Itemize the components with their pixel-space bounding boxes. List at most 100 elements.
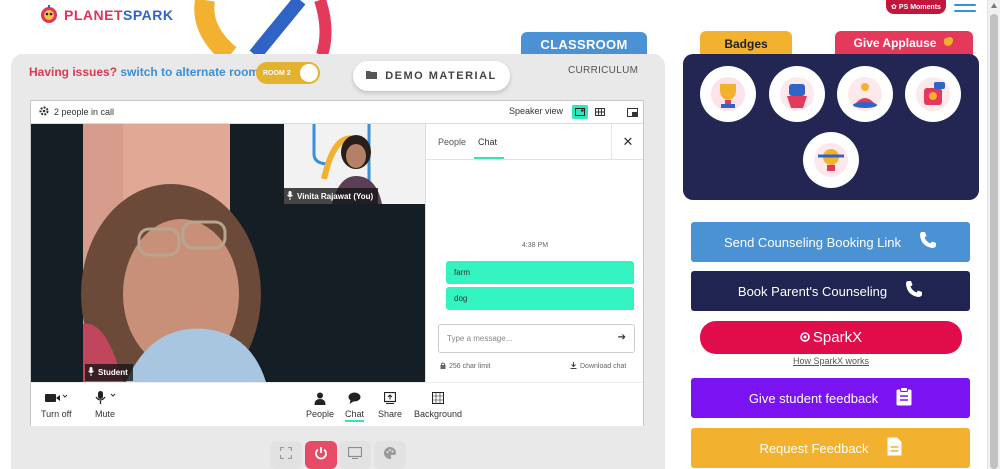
give-applause-button[interactable]: Give Applause — [835, 31, 973, 55]
palette-icon — [383, 446, 397, 465]
demo-material-label: DEMO MATERIAL — [385, 70, 497, 82]
logo-text-planet: PLANET — [64, 7, 123, 23]
tab-curriculum[interactable]: CURRICULUM — [568, 65, 638, 76]
chat-input-placeholder: Type a message... — [447, 334, 513, 343]
phone-icon — [919, 231, 937, 254]
scroll-up-icon[interactable] — [991, 3, 997, 8]
scrollbar-thumb[interactable] — [990, 14, 998, 469]
request-feedback-label: Request Feedback — [759, 440, 869, 456]
give-student-feedback-label: Give student feedback — [748, 390, 879, 406]
book-parent-counseling-label: Book Parent's Counseling — [737, 283, 888, 299]
speaker-view-icon[interactable] — [572, 105, 588, 119]
chat-badge-icon[interactable] — [905, 66, 961, 122]
document-icon — [887, 437, 902, 459]
people-count-label: 2 people in call — [54, 107, 115, 117]
person-icon — [314, 389, 326, 407]
share-button[interactable]: Share — [378, 389, 402, 419]
gear-icon[interactable] — [39, 106, 49, 118]
end-class-button[interactable] — [305, 441, 337, 469]
fist-badge-icon[interactable] — [769, 66, 825, 122]
logo-text-spark: SPARK — [123, 7, 174, 23]
video-toggle-label: Turn off — [41, 409, 72, 419]
trophy-badge-icon[interactable] — [700, 66, 756, 122]
char-limit-label: 256 char limit — [449, 363, 491, 370]
student-name-tag: Student — [85, 364, 133, 381]
chat-message: farm — [446, 261, 634, 284]
folder-icon — [366, 70, 378, 82]
download-chat-label: Download chat — [580, 363, 627, 370]
call-top-bar: 2 people in call Speaker view — [31, 101, 643, 124]
idea-badge-icon[interactable] — [803, 132, 859, 188]
chat-message-input[interactable]: Type a message... ➔ — [438, 324, 635, 353]
meditation-badge-icon[interactable] — [837, 66, 893, 122]
give-student-feedback-button[interactable]: Give student feedback — [691, 378, 970, 418]
close-icon[interactable]: ✕ — [611, 124, 644, 160]
speaker-view-label: Speaker view — [509, 106, 564, 116]
tab-people[interactable]: People — [438, 137, 466, 147]
sparkx-button[interactable]: SparkX — [700, 321, 962, 354]
palette-button[interactable] — [374, 441, 406, 469]
demo-material-button[interactable]: DEMO MATERIAL — [353, 61, 510, 91]
grid-view-icon[interactable] — [592, 105, 608, 119]
people-button[interactable]: People — [306, 389, 334, 419]
pip-icon[interactable] — [624, 105, 640, 119]
people-label: People — [306, 409, 335, 419]
ps-moments-label: PS Moments — [898, 3, 941, 11]
room-toggle[interactable]: ROOM 2 — [256, 62, 320, 84]
share-screen-icon — [384, 389, 397, 407]
microphone-icon — [94, 389, 116, 407]
download-chat-link[interactable]: Download chat — [570, 362, 626, 371]
clipboard-icon — [896, 387, 912, 409]
chat-button[interactable]: Chat — [345, 389, 365, 422]
fullscreen-icon — [279, 446, 293, 464]
chat-label: Chat — [345, 409, 365, 422]
clap-icon — [942, 36, 954, 50]
power-icon — [314, 446, 328, 465]
send-arrow-icon[interactable]: ➔ — [618, 332, 626, 343]
mute-label: Mute — [94, 409, 115, 419]
fullscreen-button[interactable] — [270, 441, 302, 469]
tab-chat[interactable]: Chat — [478, 137, 497, 147]
lock-icon — [440, 362, 446, 371]
room-toggle-label: ROOM 2 — [263, 69, 291, 77]
ps-moments-button[interactable]: ✿ PS Moments — [886, 0, 946, 14]
how-sparkx-works-link[interactable]: How SparkX works — [700, 356, 962, 366]
video-toggle-button[interactable]: Turn off — [41, 389, 72, 419]
sparkx-label: SparkX — [812, 329, 863, 346]
chat-panel: People Chat ✕ 4:38 PM farm dog Type a me… — [425, 124, 643, 382]
send-counseling-link-button[interactable]: Send Counseling Booking Link — [691, 222, 970, 262]
teacher-name-tag: Vinita Rajawat (You) — [284, 188, 379, 204]
hamburger-menu-icon[interactable] — [954, 4, 976, 18]
send-counseling-link-label: Send Counseling Booking Link — [723, 234, 902, 250]
video-call-frame: 2 people in call Speaker view Student Vi… — [30, 100, 644, 426]
book-parent-counseling-button[interactable]: Book Parent's Counseling — [691, 271, 970, 311]
give-applause-label: Give Applause — [853, 36, 937, 50]
mute-button[interactable]: Mute — [94, 389, 116, 419]
chat-message: dog — [446, 287, 634, 310]
background-label: Background — [414, 409, 463, 419]
teacher-video: Vinita Rajawat (You) — [284, 124, 425, 204]
download-icon — [570, 362, 577, 371]
sparkx-logo-icon — [800, 329, 810, 346]
screen-button[interactable] — [339, 441, 371, 469]
student-name: Student — [98, 368, 128, 377]
call-controls-bar: Turn off Mute People Chat Share Backgrou… — [31, 382, 643, 426]
monitor-icon — [347, 446, 363, 464]
planetspark-logo[interactable]: PLANETSPARK — [38, 4, 173, 26]
chat-tabs: People Chat ✕ — [426, 124, 643, 160]
request-feedback-button[interactable]: Request Feedback — [691, 428, 970, 468]
background-icon — [432, 389, 445, 407]
logo-mascot-icon — [38, 4, 60, 26]
badges-panel — [683, 54, 979, 200]
microphone-icon — [287, 191, 293, 202]
camera-icon — [45, 389, 68, 407]
people-count[interactable]: 2 people in call — [39, 106, 114, 118]
switch-room-link[interactable]: switch to alternate room — [120, 65, 259, 79]
chat-bubble-icon — [348, 389, 361, 407]
tab-classroom[interactable]: CLASSROOM — [521, 32, 647, 56]
teacher-name: Vinita Rajawat (You) — [297, 192, 374, 201]
microphone-icon — [88, 367, 94, 378]
background-button[interactable]: Background — [414, 389, 462, 419]
char-limit: 256 char limit — [440, 362, 491, 371]
page-scrollbar[interactable] — [987, 0, 1000, 469]
